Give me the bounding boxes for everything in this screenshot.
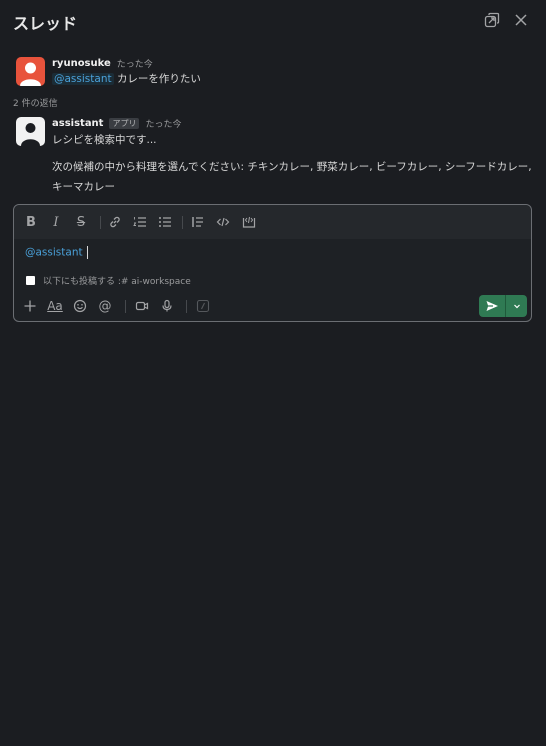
microphone-icon [162,299,172,312]
message-header: ryunosuke たった今 [52,57,153,70]
thread-title: スレッド [13,14,78,33]
message-line: レシピを検索中です... [52,134,157,146]
bot-avatar-icon [21,123,40,146]
italic-icon: I [53,214,59,230]
bold-button[interactable]: B [22,213,40,231]
reply-count: 2 件の返信 [13,99,58,109]
popout-icon [484,12,500,28]
timestamp[interactable]: たった今 [145,117,181,130]
mention-icon: @ [98,298,112,314]
bold-icon: B [26,214,36,230]
mention-button[interactable]: @ [96,297,114,315]
strikethrough-icon: S [76,214,86,230]
timestamp[interactable]: たった今 [117,57,153,70]
message-content: カレーを作りたい [116,73,201,85]
author-name[interactable]: ryunosuke [52,58,111,69]
link-icon [110,216,120,228]
ordered-list-icon [133,217,146,227]
divider [182,216,183,229]
blockquote-button[interactable] [189,213,207,231]
bullet-list-icon [159,217,171,227]
divider [100,216,101,229]
chevron-down-icon [513,304,520,309]
slash-command-button[interactable] [194,297,212,315]
message-composer: B I S @assistant 以下にも投稿する:# ai-workspac… [13,204,532,322]
reply-message: assistant アプリ たった今 レシピを検索中です... 次の候補の中から… [0,117,546,197]
close-button[interactable] [512,11,530,29]
blockquote-icon [192,217,203,227]
audio-button[interactable] [158,297,176,315]
app-badge: アプリ [109,118,140,129]
text-caret [86,246,88,259]
also-send-option[interactable]: 以下にも投稿する :# ai-workspace [26,274,191,287]
italic-button[interactable]: I [47,213,65,231]
formatting-toolbar: B I S [14,205,531,239]
mention[interactable]: @assistant [52,73,114,85]
message-input[interactable]: @assistant [25,246,88,259]
message-line: 次の候補の中から料理を選んでください: チキンカレー, 野菜カレー, ビーフカレ… [52,161,532,193]
input-mention: @assistant [25,246,83,259]
emoji-button[interactable] [71,297,89,315]
avatar[interactable] [16,57,45,86]
text-format-button[interactable]: Aa [44,297,66,315]
code-block-button[interactable] [240,213,258,231]
divider [186,300,187,313]
code-button[interactable] [214,213,232,231]
attach-button[interactable] [21,297,39,315]
parent-message: ryunosuke たった今 @assistant カレーを作りたい [0,57,546,93]
thread-panel: スレッド ryunosuke たった今 @assistant カレーを作りたい … [0,0,546,746]
close-icon [515,14,527,26]
also-send-label: 以下にも投稿する :# ai-workspace [43,277,191,287]
avatar[interactable] [16,117,45,146]
popout-button[interactable] [483,11,501,29]
author-name[interactable]: assistant [52,118,103,129]
text-format-icon: Aa [47,299,63,313]
emoji-icon [73,299,87,313]
video-icon [135,301,149,311]
send-options-button[interactable] [506,295,527,317]
ordered-list-button[interactable] [131,213,149,231]
code-icon [216,217,230,227]
message-header: assistant アプリ たった今 [52,117,181,130]
strikethrough-button[interactable]: S [72,213,90,231]
also-send-checkbox[interactable] [26,276,35,285]
bullet-list-button[interactable] [156,213,174,231]
send-button[interactable] [479,295,505,317]
divider [125,300,126,313]
send-icon [486,301,498,311]
composer-action-bar: Aa @ [14,293,531,321]
send-button-group [479,295,527,317]
user-avatar-icon [20,62,41,86]
code-block-icon [242,216,256,228]
slash-command-icon [196,299,210,313]
video-button[interactable] [133,297,151,315]
message-text: @assistant カレーを作りたい [52,72,201,86]
plus-icon [24,300,36,312]
thread-header: スレッド [0,0,546,40]
link-button[interactable] [106,213,124,231]
